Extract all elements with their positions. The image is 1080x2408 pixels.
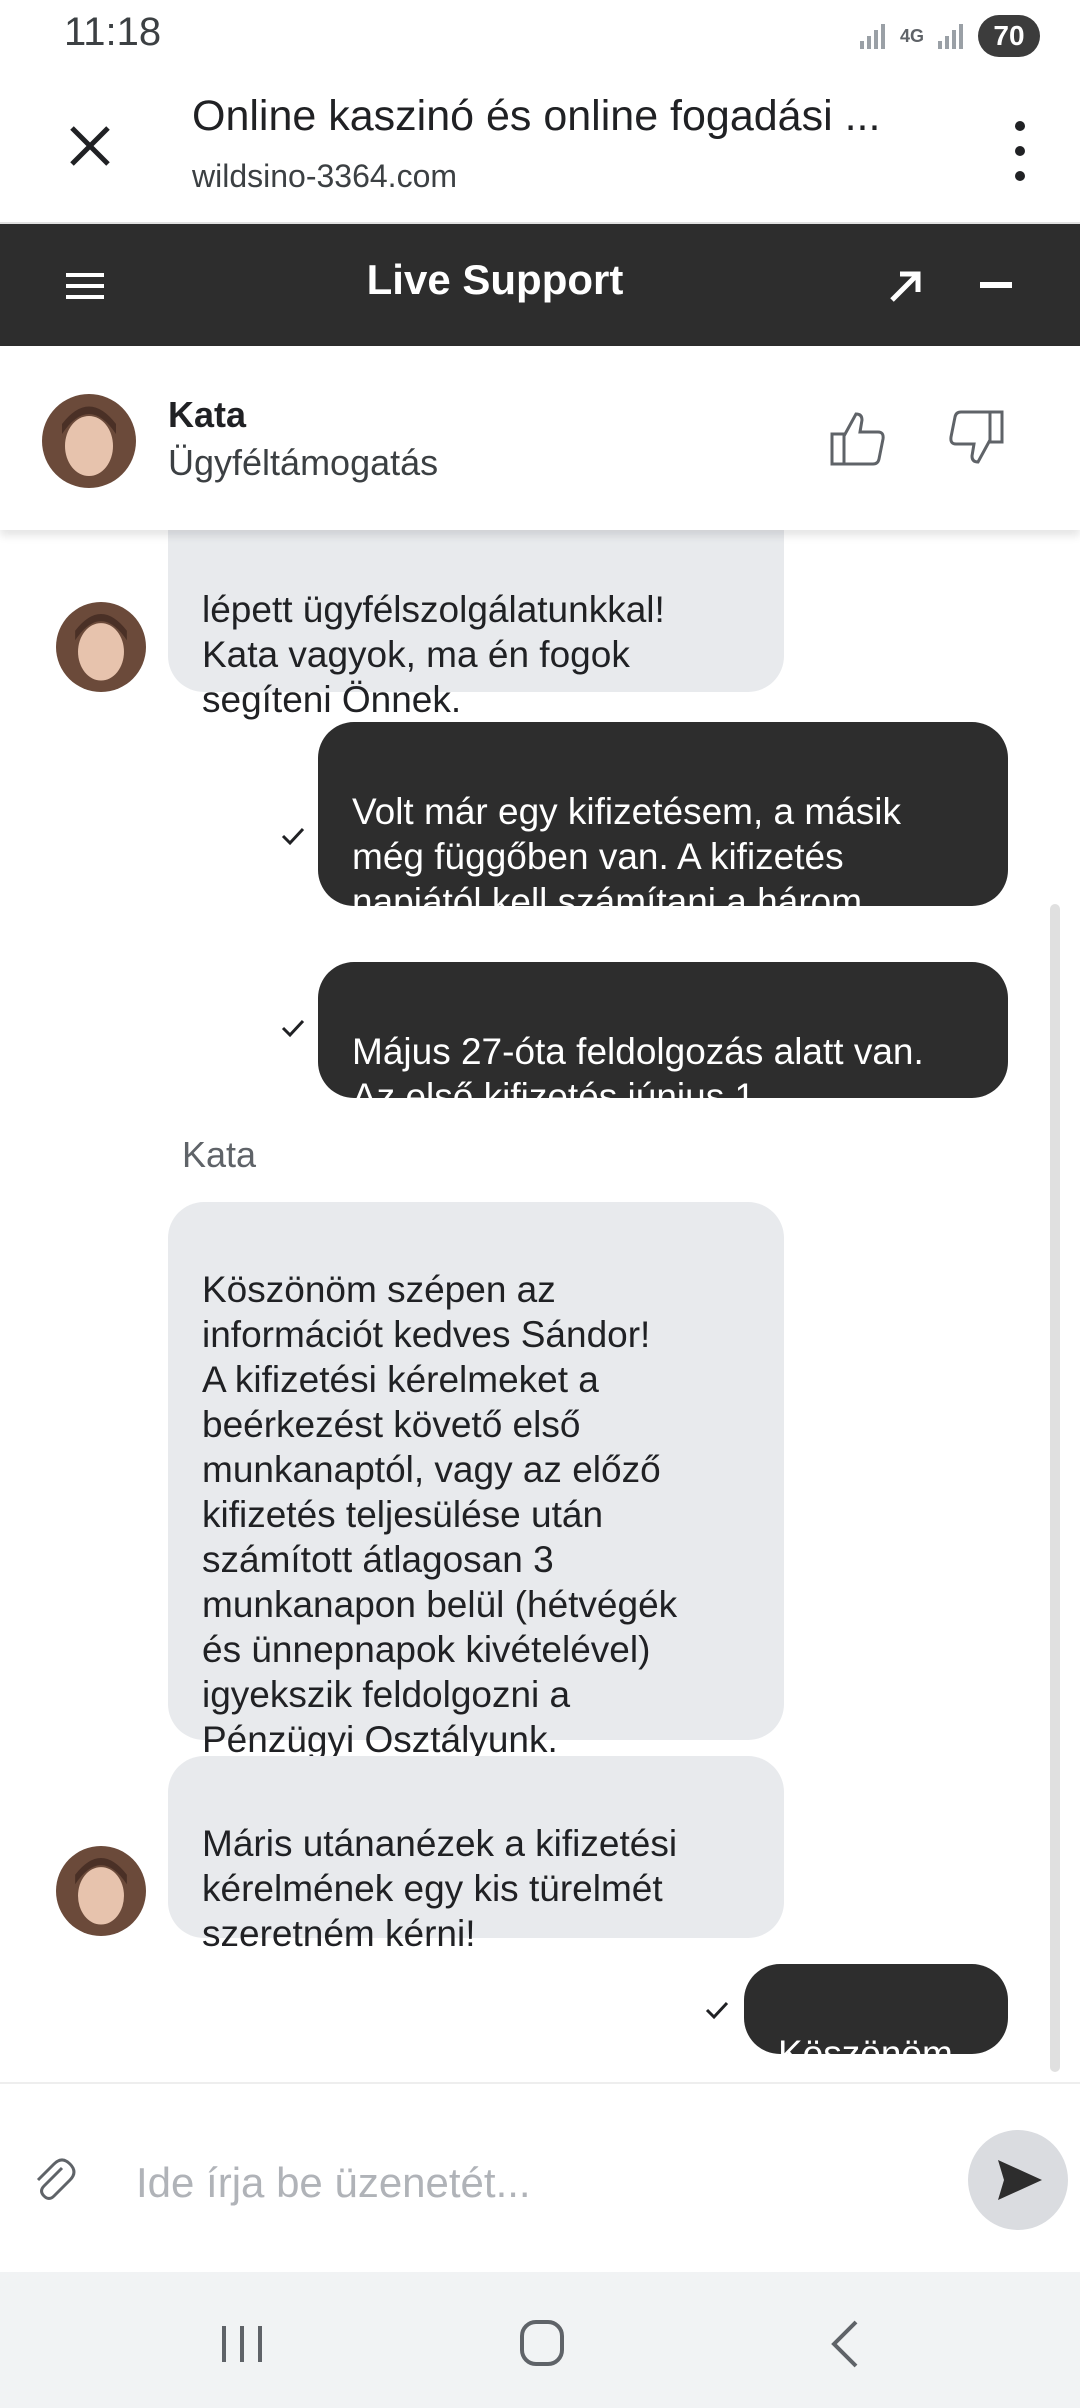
message-text: Máris utánanézek a kifizetési kérelmének…	[202, 1823, 678, 1954]
agent-message: lépett ügyfélszolgálatunkkal! Kata vagyo…	[168, 530, 784, 720]
signal-icon-2	[938, 24, 963, 49]
sent-check-icon	[281, 827, 305, 846]
sent-check-icon	[705, 2001, 729, 2020]
browser-header: Online kaszinó és online fogadási ... wi…	[0, 70, 1080, 224]
send-icon	[998, 2160, 1042, 2200]
back-icon[interactable]	[816, 2316, 876, 2372]
close-icon[interactable]	[60, 116, 120, 176]
message-input[interactable]	[134, 2150, 938, 2216]
thumbs-up-icon[interactable]	[826, 406, 890, 470]
agent-role: Ügyféltámogatás	[168, 442, 439, 483]
agent-message: Köszönöm szépen az információt kedves Sá…	[168, 1202, 784, 1760]
message-text: Május 27-óta feldolgozás alatt van. Az e…	[352, 1031, 924, 1117]
battery-indicator: 70	[978, 15, 1040, 57]
attachment-icon[interactable]	[32, 2158, 78, 2204]
agent-header: Kata Ügyféltámogatás	[0, 346, 1080, 530]
chat-messages[interactable]: lépett ügyfélszolgálatunkkal! Kata vagyo…	[0, 530, 1080, 2082]
sent-check-icon	[281, 1019, 305, 1038]
recent-apps-icon[interactable]	[212, 2316, 272, 2372]
status-icons: 4G 70	[858, 14, 1040, 58]
agent-name: Kata	[168, 394, 247, 435]
more-vert-icon[interactable]	[1010, 116, 1030, 186]
message-composer	[0, 2082, 1080, 2274]
user-message: Május 27-óta feldolgozás alatt van. Az e…	[318, 962, 1008, 1117]
agent-avatar	[56, 1846, 146, 1936]
agent-avatar	[56, 602, 146, 692]
message-text: lépett ügyfélszolgálatunkkal! Kata vagyo…	[202, 589, 665, 720]
network-type-label: 4G	[899, 25, 924, 46]
page-url[interactable]: wildsino-3364.com	[192, 158, 457, 195]
user-message: Volt már egy kifizetésem, a másik még fü…	[318, 722, 1008, 967]
sender-name: Kata	[182, 1134, 257, 1175]
live-support-title: Live Support	[366, 256, 624, 303]
system-nav-bar	[0, 2272, 1080, 2408]
expand-icon[interactable]	[886, 266, 926, 306]
chat-scrollbar[interactable]	[1050, 904, 1060, 2072]
signal-icon	[859, 24, 885, 49]
page-title: Online kaszinó és online fogadási ...	[192, 92, 881, 140]
message-text: Volt már egy kifizetésem, a másik még fü…	[352, 791, 902, 967]
status-bar: 11:18 4G 70	[0, 0, 1080, 70]
user-message: Köszönöm	[744, 1964, 1008, 2074]
message-text: Köszönöm szépen az információt kedves Sá…	[202, 1269, 678, 1760]
thumbs-down-icon[interactable]	[944, 406, 1008, 470]
battery-level: 70	[993, 20, 1025, 51]
message-text: Köszönöm	[778, 2033, 953, 2074]
send-button[interactable]	[968, 2130, 1068, 2230]
status-time: 11:18	[64, 10, 162, 54]
minimize-icon[interactable]	[980, 282, 1012, 288]
home-icon[interactable]	[512, 2316, 572, 2372]
live-support-bar: Live Support	[0, 224, 1080, 346]
agent-avatar	[42, 394, 136, 488]
agent-message: Máris utánanézek a kifizetési kérelmének…	[168, 1756, 784, 1954]
